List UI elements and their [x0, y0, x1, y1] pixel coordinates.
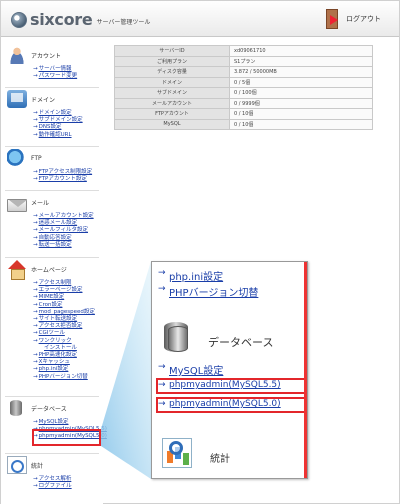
section-title: アカウント: [31, 52, 62, 60]
stats-magnifier-icon: [162, 438, 192, 468]
table-key: FTPアカウント: [114, 108, 230, 120]
sidebar-link-php-ini[interactable]: php.ini設定: [33, 366, 103, 373]
section-title: ホームページ: [31, 266, 67, 274]
sidebar-link-cgi-tools[interactable]: CGIツール: [33, 330, 103, 337]
table-value: 3.872 / 50000MB: [229, 66, 373, 78]
sidebar-highlight-box: [32, 429, 101, 446]
sidebar-link-forward[interactable]: 転送一括設定: [33, 242, 103, 249]
table-value: 0 / 5個: [229, 76, 373, 88]
sidebar-section-domain: ドメイン ドメイン設定 サブドメイン設定 DNS設定 動作確認URL: [1, 87, 103, 139]
table-key: サブドメイン: [114, 87, 230, 99]
sidebar-link-mail-filter[interactable]: メールフィルタ設定: [33, 227, 103, 234]
sidebar-link-oneclick[interactable]: ワンクリック: [33, 338, 103, 345]
table-row: ドメイン 0 / 5個: [114, 76, 373, 88]
sidebar-link-dns[interactable]: DNS設定: [33, 124, 103, 131]
sidebar-link-mime[interactable]: MIME設定: [33, 294, 103, 301]
logo-text: sixcore: [30, 10, 93, 29]
ftp-globe-icon: [7, 149, 27, 167]
logout-label: ログアウト: [346, 15, 381, 23]
zoom-link-php-ini[interactable]: php.ini設定: [158, 268, 223, 283]
sidebar-link-mysql[interactable]: MySQL設定: [33, 419, 103, 426]
sidebar-link-ftp-account[interactable]: FTPアカウント設定: [33, 176, 103, 183]
sidebar-link-check-url[interactable]: 動作確認URL: [33, 132, 103, 139]
section-title: 統計: [31, 462, 44, 470]
database-icon: [7, 399, 27, 417]
sidebar-link-password[interactable]: パスワード変更: [33, 73, 103, 80]
page: sixcore サーバー管理ツール ログアウト アカウント サーバー情報 パスワ…: [0, 0, 400, 504]
account-icon: [7, 46, 27, 64]
sidebar-section-mail: メール メールアカウント設定 迷惑メール設定 メールフィルタ設定 自動応答設定 …: [1, 190, 103, 249]
zoom-edge-bar: [304, 262, 307, 478]
section-title: FTP: [31, 154, 42, 162]
server-info-table: サーバーID xd09061710 ご利用プラン S1プラン ディスク容量 3.872 /…: [114, 45, 373, 130]
table-value: S1プラン: [229, 55, 373, 67]
sidebar-link-autoreply[interactable]: 自動応答設定: [33, 235, 103, 242]
table-key: MySQL: [114, 118, 230, 130]
door-exit-icon: [324, 9, 342, 29]
table-key: ディスク容量: [114, 66, 230, 78]
table-key: メールアカウント: [114, 97, 230, 109]
sidebar-section-homepage: ホームページ アクセス制限 エラーページ設定 MIME設定 Cron設定 mod…: [1, 257, 103, 381]
table-row: サーバーID xd09061710: [114, 45, 373, 57]
sidebar-section-ftp: FTP FTPアクセス制限設定 FTPアカウント設定: [1, 146, 103, 183]
table-key: ご利用プラン: [114, 55, 230, 67]
sidebar-link-pagespeed[interactable]: mod_pagespeed設定: [33, 309, 103, 316]
sidebar-link-php-version[interactable]: PHPバージョン切替: [33, 374, 103, 381]
table-row: FTPアカウント 0 / 10個: [114, 108, 373, 120]
stats-icon: [7, 456, 27, 474]
highlight-box-50: [156, 397, 306, 413]
sidebar-link-cron[interactable]: Cron設定: [33, 302, 103, 309]
logo-mark-icon: [11, 11, 27, 28]
sidebar-link-access-deny[interactable]: アクセス拒否設定: [33, 323, 103, 330]
table-value: 0 / 10個: [229, 108, 373, 120]
table-row: ディスク容量 3.872 / 50000MB: [114, 66, 373, 78]
sidebar-link-php-speed[interactable]: PHP高速化設定: [33, 352, 103, 359]
sidebar-link-logfile[interactable]: ログファイル: [33, 483, 103, 490]
highlight-box-55: [156, 378, 306, 394]
table-value: 0 / 9999個: [229, 97, 373, 109]
database-icon: [162, 320, 190, 354]
table-key: ドメイン: [114, 76, 230, 88]
table-value: xd09061710: [229, 45, 373, 57]
table-row: ご利用プラン S1プラン: [114, 55, 373, 67]
logo[interactable]: sixcore サーバー管理ツール: [11, 10, 150, 29]
domain-icon: [7, 90, 27, 108]
table-value: 0 / 10個: [229, 118, 373, 130]
table-row: サブドメイン 0 / 100個: [114, 87, 373, 99]
section-title: ドメイン: [31, 96, 56, 104]
logout-button[interactable]: ログアウト: [324, 9, 381, 29]
zoom-link-mysql[interactable]: MySQL設定: [158, 362, 223, 377]
zoom-panel: php.ini設定 PHPバージョン切替 データベース MySQL設定 phpm…: [151, 261, 308, 479]
zoom-database-title: データベース: [208, 336, 274, 349]
zoom-link-php-version[interactable]: PHPバージョン切替: [158, 284, 258, 299]
sidebar-link-install[interactable]: インストール: [33, 345, 103, 352]
table-row: MySQL 0 / 10個: [114, 118, 373, 130]
table-value: 0 / 100個: [229, 87, 373, 99]
header: sixcore サーバー管理ツール ログアウト: [1, 1, 399, 37]
section-title: メール: [31, 199, 50, 207]
sidebar-section-stats: 統計 アクセス解析 ログファイル: [1, 453, 103, 490]
home-icon: [7, 260, 27, 280]
zoom-stats-title: 統計: [210, 454, 230, 465]
logo-subtitle: サーバー管理ツール: [96, 18, 151, 26]
section-title: データベース: [31, 405, 67, 413]
mail-icon: [7, 198, 27, 212]
table-key: サーバーID: [114, 45, 230, 57]
table-row: メールアカウント 0 / 9999個: [114, 97, 373, 109]
sidebar-section-account: アカウント サーバー情報 パスワード変更: [1, 44, 103, 80]
